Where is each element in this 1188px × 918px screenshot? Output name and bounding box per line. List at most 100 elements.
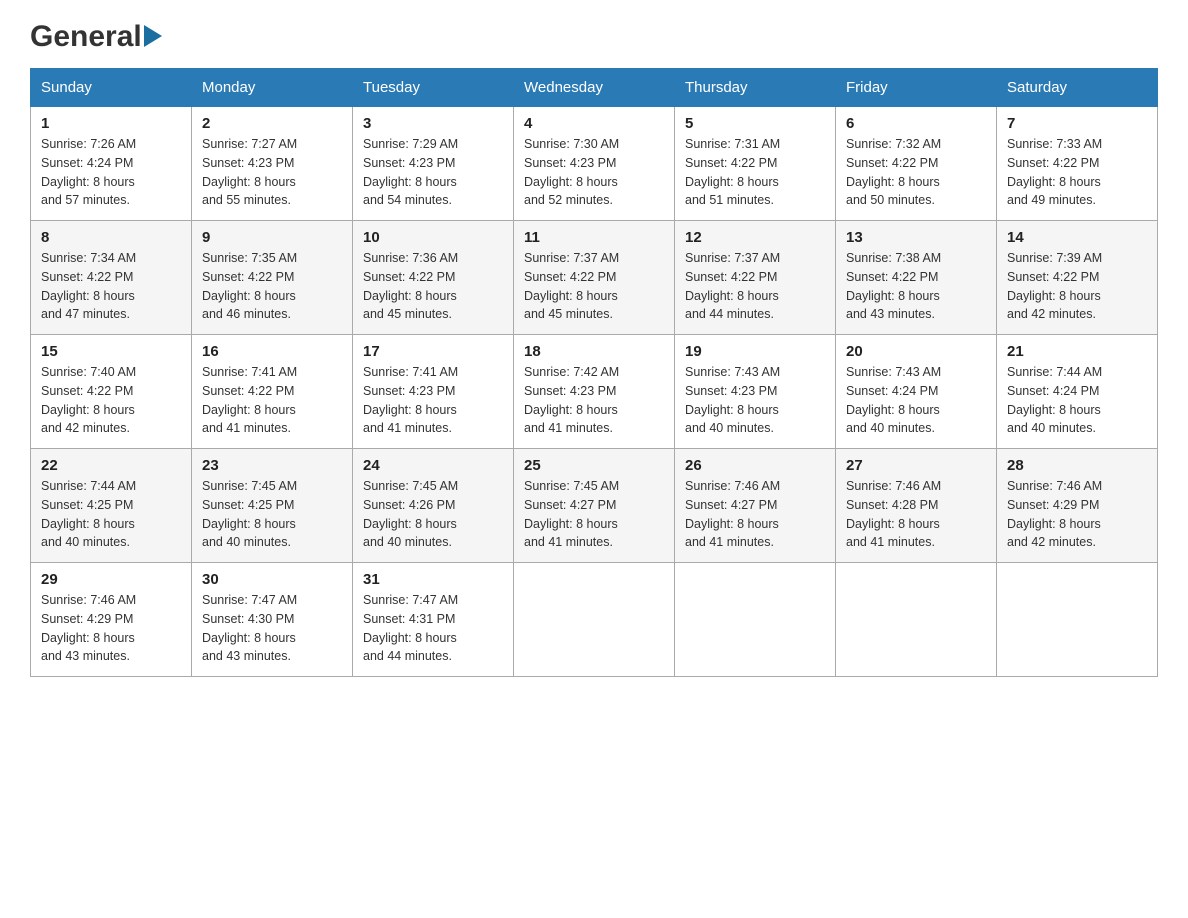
day-info: Sunrise: 7:44 AMSunset: 4:25 PMDaylight:…	[41, 479, 136, 549]
day-number: 2	[202, 115, 342, 132]
weekday-header-row: SundayMondayTuesdayWednesdayThursdayFrid…	[31, 69, 1158, 107]
day-number: 20	[846, 343, 986, 360]
weekday-header-sunday: Sunday	[31, 69, 192, 107]
calendar-table: SundayMondayTuesdayWednesdayThursdayFrid…	[30, 68, 1158, 677]
day-info: Sunrise: 7:47 AMSunset: 4:31 PMDaylight:…	[363, 593, 458, 663]
day-info: Sunrise: 7:41 AMSunset: 4:22 PMDaylight:…	[202, 365, 297, 435]
day-cell: 30 Sunrise: 7:47 AMSunset: 4:30 PMDaylig…	[192, 563, 353, 677]
day-number: 14	[1007, 229, 1147, 246]
day-number: 17	[363, 343, 503, 360]
day-number: 12	[685, 229, 825, 246]
week-row-1: 1 Sunrise: 7:26 AMSunset: 4:24 PMDayligh…	[31, 107, 1158, 221]
day-cell: 23 Sunrise: 7:45 AMSunset: 4:25 PMDaylig…	[192, 449, 353, 563]
day-number: 24	[363, 457, 503, 474]
day-info: Sunrise: 7:33 AMSunset: 4:22 PMDaylight:…	[1007, 137, 1102, 207]
weekday-header-wednesday: Wednesday	[514, 69, 675, 107]
day-number: 3	[363, 115, 503, 132]
day-cell	[514, 563, 675, 677]
day-cell: 21 Sunrise: 7:44 AMSunset: 4:24 PMDaylig…	[997, 335, 1158, 449]
day-cell: 2 Sunrise: 7:27 AMSunset: 4:23 PMDayligh…	[192, 107, 353, 221]
day-info: Sunrise: 7:46 AMSunset: 4:28 PMDaylight:…	[846, 479, 941, 549]
day-number: 9	[202, 229, 342, 246]
day-cell: 13 Sunrise: 7:38 AMSunset: 4:22 PMDaylig…	[836, 221, 997, 335]
day-number: 23	[202, 457, 342, 474]
day-cell: 5 Sunrise: 7:31 AMSunset: 4:22 PMDayligh…	[675, 107, 836, 221]
weekday-header-monday: Monday	[192, 69, 353, 107]
day-info: Sunrise: 7:30 AMSunset: 4:23 PMDaylight:…	[524, 137, 619, 207]
day-cell: 7 Sunrise: 7:33 AMSunset: 4:22 PMDayligh…	[997, 107, 1158, 221]
day-number: 1	[41, 115, 181, 132]
week-row-4: 22 Sunrise: 7:44 AMSunset: 4:25 PMDaylig…	[31, 449, 1158, 563]
day-info: Sunrise: 7:29 AMSunset: 4:23 PMDaylight:…	[363, 137, 458, 207]
day-info: Sunrise: 7:43 AMSunset: 4:24 PMDaylight:…	[846, 365, 941, 435]
day-number: 27	[846, 457, 986, 474]
day-number: 28	[1007, 457, 1147, 474]
day-info: Sunrise: 7:46 AMSunset: 4:29 PMDaylight:…	[41, 593, 136, 663]
day-cell: 27 Sunrise: 7:46 AMSunset: 4:28 PMDaylig…	[836, 449, 997, 563]
day-cell: 31 Sunrise: 7:47 AMSunset: 4:31 PMDaylig…	[353, 563, 514, 677]
day-info: Sunrise: 7:39 AMSunset: 4:22 PMDaylight:…	[1007, 251, 1102, 321]
day-cell: 22 Sunrise: 7:44 AMSunset: 4:25 PMDaylig…	[31, 449, 192, 563]
week-row-2: 8 Sunrise: 7:34 AMSunset: 4:22 PMDayligh…	[31, 221, 1158, 335]
week-row-5: 29 Sunrise: 7:46 AMSunset: 4:29 PMDaylig…	[31, 563, 1158, 677]
day-cell: 29 Sunrise: 7:46 AMSunset: 4:29 PMDaylig…	[31, 563, 192, 677]
day-info: Sunrise: 7:31 AMSunset: 4:22 PMDaylight:…	[685, 137, 780, 207]
day-cell: 12 Sunrise: 7:37 AMSunset: 4:22 PMDaylig…	[675, 221, 836, 335]
day-info: Sunrise: 7:45 AMSunset: 4:25 PMDaylight:…	[202, 479, 297, 549]
logo-general-text: General	[30, 20, 142, 54]
day-info: Sunrise: 7:32 AMSunset: 4:22 PMDaylight:…	[846, 137, 941, 207]
day-number: 4	[524, 115, 664, 132]
day-info: Sunrise: 7:46 AMSunset: 4:29 PMDaylight:…	[1007, 479, 1102, 549]
day-info: Sunrise: 7:27 AMSunset: 4:23 PMDaylight:…	[202, 137, 297, 207]
day-number: 10	[363, 229, 503, 246]
day-cell: 26 Sunrise: 7:46 AMSunset: 4:27 PMDaylig…	[675, 449, 836, 563]
day-number: 19	[685, 343, 825, 360]
day-number: 25	[524, 457, 664, 474]
day-cell	[997, 563, 1158, 677]
day-cell: 20 Sunrise: 7:43 AMSunset: 4:24 PMDaylig…	[836, 335, 997, 449]
day-cell: 11 Sunrise: 7:37 AMSunset: 4:22 PMDaylig…	[514, 221, 675, 335]
weekday-header-saturday: Saturday	[997, 69, 1158, 107]
day-cell: 9 Sunrise: 7:35 AMSunset: 4:22 PMDayligh…	[192, 221, 353, 335]
day-number: 5	[685, 115, 825, 132]
day-info: Sunrise: 7:43 AMSunset: 4:23 PMDaylight:…	[685, 365, 780, 435]
day-cell: 4 Sunrise: 7:30 AMSunset: 4:23 PMDayligh…	[514, 107, 675, 221]
day-cell: 28 Sunrise: 7:46 AMSunset: 4:29 PMDaylig…	[997, 449, 1158, 563]
day-cell: 10 Sunrise: 7:36 AMSunset: 4:22 PMDaylig…	[353, 221, 514, 335]
page-header: General	[30, 20, 1158, 48]
day-number: 11	[524, 229, 664, 246]
day-info: Sunrise: 7:34 AMSunset: 4:22 PMDaylight:…	[41, 251, 136, 321]
day-cell: 3 Sunrise: 7:29 AMSunset: 4:23 PMDayligh…	[353, 107, 514, 221]
logo: General	[30, 20, 164, 48]
day-cell: 1 Sunrise: 7:26 AMSunset: 4:24 PMDayligh…	[31, 107, 192, 221]
day-info: Sunrise: 7:38 AMSunset: 4:22 PMDaylight:…	[846, 251, 941, 321]
day-cell: 18 Sunrise: 7:42 AMSunset: 4:23 PMDaylig…	[514, 335, 675, 449]
day-number: 16	[202, 343, 342, 360]
day-cell: 14 Sunrise: 7:39 AMSunset: 4:22 PMDaylig…	[997, 221, 1158, 335]
day-info: Sunrise: 7:36 AMSunset: 4:22 PMDaylight:…	[363, 251, 458, 321]
day-info: Sunrise: 7:47 AMSunset: 4:30 PMDaylight:…	[202, 593, 297, 663]
day-number: 29	[41, 571, 181, 588]
weekday-header-friday: Friday	[836, 69, 997, 107]
day-info: Sunrise: 7:41 AMSunset: 4:23 PMDaylight:…	[363, 365, 458, 435]
day-number: 22	[41, 457, 181, 474]
logo-arrow-icon	[144, 25, 162, 49]
day-info: Sunrise: 7:37 AMSunset: 4:22 PMDaylight:…	[685, 251, 780, 321]
week-row-3: 15 Sunrise: 7:40 AMSunset: 4:22 PMDaylig…	[31, 335, 1158, 449]
day-info: Sunrise: 7:37 AMSunset: 4:22 PMDaylight:…	[524, 251, 619, 321]
weekday-header-tuesday: Tuesday	[353, 69, 514, 107]
day-info: Sunrise: 7:45 AMSunset: 4:27 PMDaylight:…	[524, 479, 619, 549]
day-cell: 8 Sunrise: 7:34 AMSunset: 4:22 PMDayligh…	[31, 221, 192, 335]
day-number: 30	[202, 571, 342, 588]
day-cell	[675, 563, 836, 677]
day-cell: 17 Sunrise: 7:41 AMSunset: 4:23 PMDaylig…	[353, 335, 514, 449]
day-number: 18	[524, 343, 664, 360]
day-cell: 15 Sunrise: 7:40 AMSunset: 4:22 PMDaylig…	[31, 335, 192, 449]
day-cell	[836, 563, 997, 677]
day-info: Sunrise: 7:26 AMSunset: 4:24 PMDaylight:…	[41, 137, 136, 207]
weekday-header-thursday: Thursday	[675, 69, 836, 107]
day-info: Sunrise: 7:46 AMSunset: 4:27 PMDaylight:…	[685, 479, 780, 549]
day-number: 6	[846, 115, 986, 132]
day-cell: 6 Sunrise: 7:32 AMSunset: 4:22 PMDayligh…	[836, 107, 997, 221]
day-info: Sunrise: 7:45 AMSunset: 4:26 PMDaylight:…	[363, 479, 458, 549]
